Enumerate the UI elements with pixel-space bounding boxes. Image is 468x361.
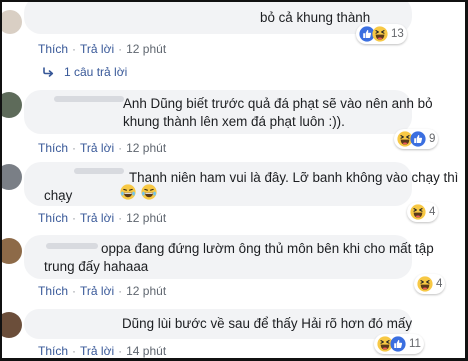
comment-actions: Thích · Trả lời · 14 phút: [38, 344, 167, 358]
like-link[interactable]: Thích: [38, 141, 68, 155]
comment-bubble: Anh Dũng biết trước quả đá phạt sẽ vào n…: [24, 90, 433, 134]
view-replies-link[interactable]: 1 câu trả lời: [42, 65, 127, 79]
avatar[interactable]: [2, 164, 22, 190]
comment-actions: Thích · Trả lời · 12 phút: [38, 141, 167, 155]
comment-actions: Thích · Trả lời · 12 phút: [38, 42, 167, 56]
like-icon: [390, 336, 406, 352]
reaction-count: 9: [429, 133, 436, 145]
like-link[interactable]: Thích: [38, 42, 68, 56]
comment-text: bỏ cả khung thành: [260, 10, 371, 25]
comment-emoji: [120, 184, 157, 200]
laughing-emoji-icon: [141, 184, 157, 200]
comment-text-line: trung đấy hahaaa: [44, 259, 149, 274]
reply-count-label: 1 câu trả lời: [64, 65, 128, 79]
reaction-count: 11: [409, 338, 421, 350]
comment-text-line: Thanh niên ham vui là đây. Lỡ banh không…: [129, 170, 459, 185]
commenter-name-redacted[interactable]: [46, 243, 98, 249]
like-link[interactable]: Thích: [38, 284, 68, 298]
reaction-summary[interactable]: 4: [414, 274, 446, 294]
timestamp[interactable]: 12 phút: [126, 284, 166, 298]
comment-text-line: khung thành lên xem đá phạt luôn :)).: [123, 114, 345, 129]
timestamp[interactable]: 12 phút: [126, 42, 166, 56]
commenter-name-redacted[interactable]: [54, 96, 124, 102]
comment-text-line: chạy: [44, 188, 73, 203]
commenter-name-redacted[interactable]: [74, 168, 124, 174]
reaction-summary[interactable]: 4: [407, 202, 439, 222]
reply-link[interactable]: Trả lời: [80, 211, 114, 225]
comment-actions: Thích · Trả lời · 12 phút: [38, 284, 167, 298]
reply-arrow-icon: [43, 67, 54, 77]
reply-link[interactable]: Trả lời: [80, 42, 114, 56]
like-icon: [410, 131, 426, 147]
timestamp[interactable]: 14 phút: [126, 344, 166, 358]
haha-icon: [410, 204, 426, 220]
reaction-summary[interactable]: 9: [394, 129, 439, 149]
like-link[interactable]: Thích: [38, 344, 68, 358]
avatar[interactable]: [2, 238, 22, 264]
like-link[interactable]: Thích: [38, 211, 68, 225]
avatar[interactable]: [2, 10, 22, 34]
reply-link[interactable]: Trả lời: [80, 141, 114, 155]
timestamp[interactable]: 12 phút: [126, 211, 166, 225]
haha-icon: [372, 26, 388, 42]
reply-link[interactable]: Trả lời: [80, 284, 114, 298]
comment-thread: bỏ cả khung thành 13 Thích · Trả lời · 12 ph…: [0, 0, 468, 361]
reaction-summary[interactable]: 11: [374, 334, 424, 354]
reaction-count: 13: [391, 28, 404, 40]
avatar[interactable]: [2, 312, 22, 338]
reaction-count: 4: [429, 206, 436, 218]
comment-actions: Thích · Trả lời · 12 phút: [38, 211, 167, 225]
comment-bubble: Thanh niên ham vui là đây. Lỡ banh không…: [24, 162, 458, 206]
haha-icon: [417, 276, 433, 292]
commenter-name-redacted[interactable]: [38, 15, 68, 21]
comment-text-line: oppa đang đứng lườm ông thủ môn bên khi …: [101, 241, 434, 256]
commenter-name-redacted[interactable]: [48, 321, 108, 327]
reaction-count: 4: [436, 278, 443, 290]
avatar[interactable]: [2, 92, 22, 118]
comment-text: Dũng lùi bước về sau để thấy Hải rõ hơn …: [122, 316, 413, 331]
reply-link[interactable]: Trả lời: [80, 344, 114, 358]
comment-text-line: Anh Dũng biết trước quả đá phạt sẽ vào n…: [123, 96, 433, 111]
timestamp[interactable]: 12 phút: [126, 141, 166, 155]
comment-bubble: bỏ cả khung thành 13: [24, 2, 412, 44]
laughing-emoji-icon: [120, 184, 136, 200]
reaction-summary[interactable]: 13: [356, 24, 407, 44]
comment-bubble: oppa đang đứng lườm ông thủ môn bên khi …: [24, 235, 434, 279]
comment-bubble: Dũng lùi bước về sau để thấy Hải rõ hơn …: [24, 309, 412, 339]
